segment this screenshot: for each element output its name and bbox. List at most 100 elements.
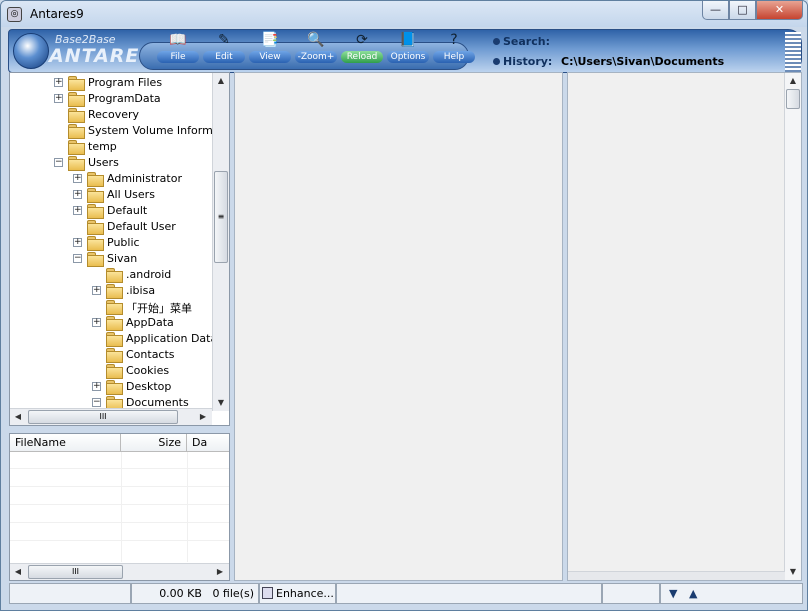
toolbar-button-view[interactable]: 📑 View xyxy=(247,31,293,69)
tree-item[interactable]: + Default xyxy=(10,203,214,219)
expand-icon[interactable]: + xyxy=(54,94,63,103)
expand-icon[interactable]: + xyxy=(73,174,82,183)
tree-item-label: .android xyxy=(126,268,172,281)
tree-item-label: Default xyxy=(107,204,148,217)
toolbar-button-reload[interactable]: ⟳ Reload xyxy=(339,31,385,69)
tree-item[interactable]: − Sivan xyxy=(10,251,214,267)
title-bar[interactable]: ◎ Antares9 — □ ✕ xyxy=(1,1,807,27)
tree-item[interactable]: + Desktop xyxy=(10,379,214,395)
tree-item[interactable]: + .ibisa xyxy=(10,283,214,299)
tree-item[interactable]: + Public xyxy=(10,235,214,251)
caption-buttons: — □ ✕ xyxy=(702,1,803,20)
column-filename[interactable]: FileName xyxy=(10,434,121,452)
tree-horizontal-scrollbar[interactable]: ◀ III ▶ xyxy=(10,408,212,425)
hscroll-thumb[interactable]: III xyxy=(28,565,123,579)
tree-item[interactable]: .android xyxy=(10,267,214,283)
expand-icon[interactable]: + xyxy=(92,318,101,327)
app-icon[interactable]: ◎ xyxy=(7,7,22,22)
scroll-right-icon[interactable]: ▶ xyxy=(195,409,211,425)
tree-item-label: All Users xyxy=(107,188,155,201)
expand-icon[interactable]: + xyxy=(73,238,82,247)
tree-item[interactable]: Cookies xyxy=(10,363,214,379)
search-label[interactable]: Search: xyxy=(503,35,550,48)
tree-item[interactable]: temp xyxy=(10,139,214,155)
scroll-left-icon[interactable]: ◀ xyxy=(10,409,26,425)
scroll-left-icon[interactable]: ◀ xyxy=(10,564,26,580)
scroll-thumb[interactable]: ≡ xyxy=(214,171,228,263)
folder-tree[interactable]: + Program Files + ProgramData Recovery System… xyxy=(9,72,230,426)
toolbar-button-zoom[interactable]: 🔍 -Zoom+ xyxy=(293,31,339,69)
scroll-right-icon[interactable]: ▶ xyxy=(212,564,228,580)
tree-item[interactable]: Default User xyxy=(10,219,214,235)
folder-icon xyxy=(87,252,104,267)
content-pane[interactable]: ▲ ▼ xyxy=(567,72,802,581)
collapse-icon[interactable]: − xyxy=(54,158,63,167)
tree-item[interactable]: + ProgramData xyxy=(10,91,214,107)
minimize-button[interactable]: — xyxy=(702,1,729,20)
tree-item[interactable]: System Volume Informatio xyxy=(10,123,229,139)
preview-pane[interactable] xyxy=(234,72,563,581)
toolbar-grip-icon[interactable] xyxy=(785,32,801,72)
grid-divider xyxy=(10,504,229,505)
tree-item-label: Program Files xyxy=(88,76,163,89)
toolbar-button-file[interactable]: 📖 File xyxy=(155,31,201,69)
expand-icon[interactable]: + xyxy=(73,206,82,215)
history-path[interactable]: C:\Users\Sivan\Documents xyxy=(561,55,724,68)
tools-icon: ✎ xyxy=(218,32,230,48)
folder-icon xyxy=(68,108,85,123)
grid-divider xyxy=(10,540,229,541)
column-date[interactable]: Da xyxy=(187,434,229,452)
expand-icon[interactable]: + xyxy=(92,286,101,295)
file-list[interactable]: FileName Size Da ◀ III ▶ xyxy=(9,433,230,581)
content-vertical-scrollbar[interactable]: ▲ ▼ xyxy=(784,73,801,580)
tree-item[interactable]: 「开始」菜单 xyxy=(10,299,214,315)
tree-item[interactable]: + Program Files xyxy=(10,75,214,91)
tree-item[interactable]: Application Data xyxy=(10,331,217,347)
toolbar-button-label: Help xyxy=(433,51,475,63)
column-size[interactable]: Size xyxy=(121,434,187,452)
folder-icon xyxy=(68,76,85,91)
folder-icon xyxy=(87,236,104,251)
toolbar-button-help[interactable]: ? Help xyxy=(431,31,477,69)
search-history-panel: Search: History: C:\Users\Sivan\Document… xyxy=(487,30,803,74)
status-bar: 0.00 KB 0 file(s) Enhance... ▼ ▲ xyxy=(9,583,803,605)
grid-divider xyxy=(10,468,229,469)
toolbar-button-options[interactable]: 📘 Options xyxy=(385,31,431,69)
tree-item[interactable]: + AppData xyxy=(10,315,214,331)
tree-item[interactable]: Recovery xyxy=(10,107,214,123)
tree-item[interactable]: Contacts xyxy=(10,347,214,363)
expand-icon[interactable]: + xyxy=(92,382,101,391)
tree-item[interactable]: + Administrator xyxy=(10,171,214,187)
scroll-down-icon[interactable]: ▼ xyxy=(785,564,801,580)
tree-item[interactable]: + All Users xyxy=(10,187,214,203)
tree-item[interactable]: − Users xyxy=(10,155,214,171)
toolbar-button-edit[interactable]: ✎ Edit xyxy=(201,31,247,69)
scroll-down-icon[interactable]: ▼ xyxy=(213,395,229,411)
toolbar-button-label: -Zoom+ xyxy=(295,51,337,63)
close-button[interactable]: ✕ xyxy=(756,1,803,20)
toolbar-button-label: Options xyxy=(387,51,429,63)
status-task-button[interactable]: Enhance... xyxy=(259,583,336,604)
main-toolbar: Base2Base ANTARES9 📖 File ✎ Edit 📑 View 🔍 -Zoom… xyxy=(8,29,802,73)
grid-divider xyxy=(10,486,229,487)
folder-icon xyxy=(87,220,104,235)
collapse-icon[interactable]: − xyxy=(73,254,82,263)
scroll-up-icon[interactable]: ▲ xyxy=(785,73,801,89)
maximize-button[interactable]: □ xyxy=(729,1,756,20)
window-title: Antares9 xyxy=(30,7,84,21)
hscroll-thumb[interactable]: III xyxy=(28,410,178,424)
tree-item-label: temp xyxy=(88,140,117,153)
expand-icon[interactable]: + xyxy=(54,78,63,87)
status-size: 0.00 KB xyxy=(159,587,202,600)
tree-vertical-scrollbar[interactable]: ▲ ≡ ▼ xyxy=(212,73,229,411)
expand-icon[interactable]: + xyxy=(73,190,82,199)
filelist-horizontal-scrollbar[interactable]: ◀ III ▶ xyxy=(10,563,229,580)
nav-up-icon[interactable]: ▲ xyxy=(689,584,697,603)
nav-down-icon[interactable]: ▼ xyxy=(669,584,677,603)
scroll-up-icon[interactable]: ▲ xyxy=(213,73,229,89)
history-label[interactable]: History: xyxy=(503,55,552,68)
content-horizontal-scrollbar[interactable] xyxy=(568,571,785,580)
scroll-thumb[interactable] xyxy=(786,89,800,109)
collapse-icon[interactable]: − xyxy=(92,398,101,407)
tree-item-label: 「开始」菜单 xyxy=(126,302,192,315)
